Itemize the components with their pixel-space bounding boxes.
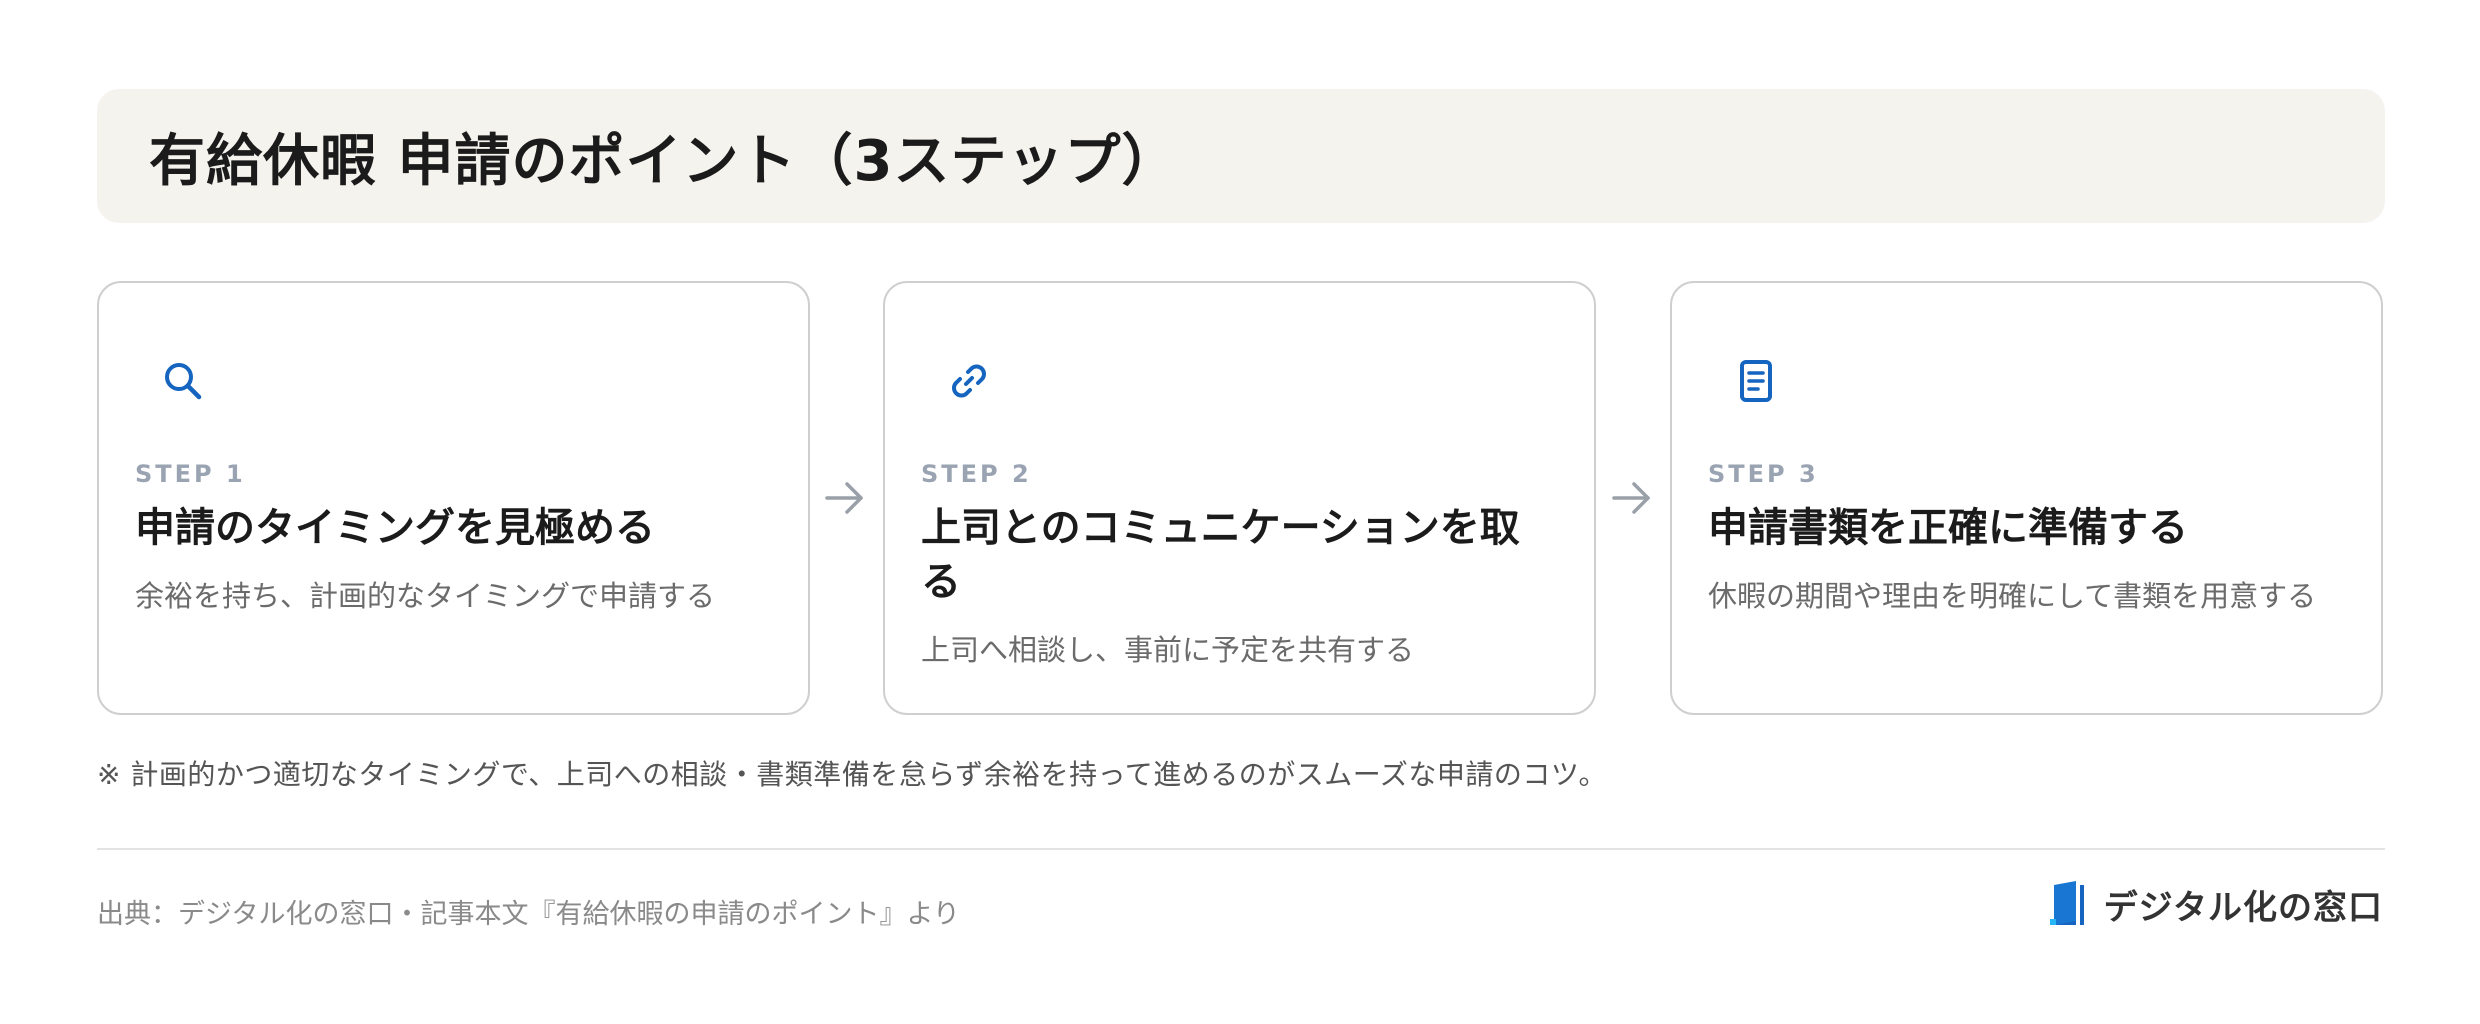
brand-name: デジタル化の窓口 — [2103, 887, 2383, 928]
arrow-right-icon — [825, 482, 863, 514]
step-description: 上司へ相談し、事前に予定を共有する — [921, 633, 1415, 667]
title-band: 有給休暇 申請のポイント（3ステップ） — [97, 89, 2385, 223]
brand-logo: デジタル化の窓口 — [2049, 880, 2383, 928]
step-label: STEP 1 — [135, 460, 246, 488]
step-title: 上司とのコミュニケーションを取る — [921, 505, 1520, 605]
step-title: 申請書類を正確に準備する — [1708, 505, 2188, 551]
brand-mark-icon — [2049, 881, 2084, 925]
page-title: 有給休暇 申請のポイント（3ステップ） — [149, 128, 1179, 194]
step-card-3: STEP 3 申請書類を正確に準備する 休暇の期間や理由を明確にして書類を用意す… — [1670, 281, 2383, 715]
arrow-right-icon — [1612, 482, 1650, 514]
footer-divider — [97, 848, 2385, 850]
step-description: 余裕を持ち、計画的なタイミングで申請する — [135, 579, 716, 613]
step-title: 申請のタイミングを見極める — [135, 505, 655, 551]
document-icon — [1740, 360, 1772, 402]
step-description: 休暇の期間や理由を明確にして書類を用意する — [1708, 579, 2317, 613]
step-label: STEP 3 — [1708, 460, 1819, 488]
step-label: STEP 2 — [921, 460, 1032, 488]
link-icon — [952, 364, 986, 398]
source-credit: 出典：デジタル化の窓口・記事本文『有給休暇の申請のポイント』より — [97, 899, 960, 930]
summary-note: ※ 計画的かつ適切なタイミングで、上司への相談・書類準備を怠らず余裕を持って進め… — [97, 758, 1608, 791]
step-card-1: STEP 1 申請のタイミングを見極める 余裕を持ち、計画的なタイミングで申請す… — [97, 281, 810, 715]
search-icon — [165, 363, 202, 400]
step-card-2: STEP 2 上司とのコミュニケーションを取る 上司へ相談し、事前に予定を共有す… — [883, 281, 1596, 715]
